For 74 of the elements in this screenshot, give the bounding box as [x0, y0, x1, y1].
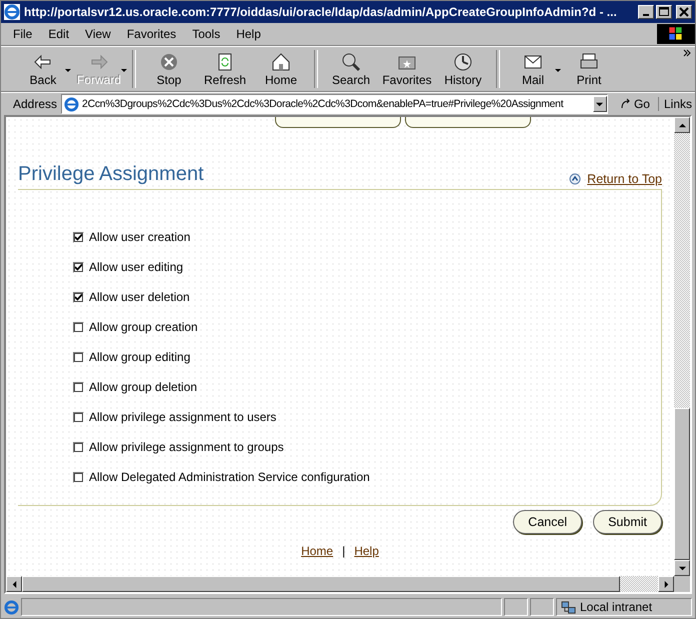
checkbox-label: Allow user deletion [89, 290, 190, 304]
minimize-icon [643, 14, 649, 16]
checkbox-label: Allow Delegated Administration Service configuration [89, 470, 370, 484]
left-arrow-icon [10, 580, 18, 588]
checkbox-label: Allow user creation [89, 230, 190, 244]
address-field[interactable]: 2Ccn%3Dgroups%2Cdc%3Dus%2Cdc%3Doracle%2Cdc%3Dcom&enablePA=true#Privilege%20Assignment [61, 94, 608, 114]
checkbox[interactable] [73, 472, 84, 482]
checkbox-label: Allow group creation [89, 320, 198, 334]
return-to-top-link[interactable]: Return to Top [587, 172, 662, 186]
down-arrow-icon [678, 564, 686, 572]
footer-link[interactable]: Home [301, 544, 334, 558]
footer-link[interactable]: Help [354, 544, 379, 558]
address-label: Address [13, 97, 58, 111]
close-button[interactable] [676, 5, 692, 19]
checkbox-label: Allow privilege assignment to users [89, 410, 276, 424]
toolbar-button[interactable]: History [435, 51, 491, 87]
toolbar-button[interactable]: Print [561, 51, 617, 87]
search-icon [340, 51, 362, 73]
more-chevron-icon[interactable] [683, 49, 691, 57]
home-icon [270, 51, 292, 73]
cancel-button[interactable]: Cancel [513, 510, 582, 534]
go-arrow-icon [620, 98, 632, 110]
clock-icon [452, 51, 474, 73]
menu-item[interactable]: Tools [192, 27, 220, 41]
links-button[interactable]: Links [658, 97, 692, 111]
go-button[interactable]: Go [616, 97, 654, 111]
maximize-icon [659, 7, 669, 17]
checkbox-label: Allow group deletion [89, 380, 198, 394]
checkbox-label: Allow user editing [89, 260, 184, 274]
dropdown-arrow-icon[interactable] [65, 69, 71, 72]
vertical-scrollbar[interactable] [674, 117, 690, 576]
toolbar-button[interactable]: Search [323, 51, 379, 87]
minimize-button[interactable] [638, 5, 654, 19]
close-icon [679, 7, 689, 17]
checkbox[interactable] [73, 382, 84, 392]
caret-icon [596, 100, 604, 108]
right-arrow-icon [662, 580, 670, 588]
page-icon [4, 600, 19, 614]
stop-icon [158, 51, 180, 73]
toolbar-button[interactable]: Stop [141, 51, 197, 87]
menu-item[interactable]: Help [236, 27, 261, 41]
up-arrow-icon [678, 122, 686, 128]
menu-item[interactable]: View [85, 27, 111, 41]
zone-label: Local intranet [580, 600, 652, 614]
checkbox[interactable] [73, 262, 84, 272]
dropdown-arrow-icon[interactable] [555, 69, 561, 72]
checkbox-label: Allow privilege assignment to groups [89, 440, 284, 454]
browser-logo-icon [4, 4, 20, 20]
menu-item[interactable]: Edit [48, 27, 70, 41]
checkbox[interactable] [73, 232, 84, 242]
checkbox[interactable] [73, 352, 84, 362]
status-pane [530, 598, 554, 616]
toolbar-button[interactable]: Refresh [197, 51, 253, 87]
submit-button[interactable]: Submit [593, 510, 662, 534]
toolbar-button[interactable]: Home [253, 51, 309, 87]
menu-item[interactable]: File [13, 27, 32, 41]
toolbar-button[interactable]: Mail [505, 51, 561, 87]
windows-logo-icon [657, 24, 695, 44]
checkbox[interactable] [73, 292, 84, 302]
checkbox[interactable] [73, 442, 84, 452]
menu-item[interactable]: Favorites [126, 27, 176, 41]
checkbox[interactable] [73, 322, 84, 332]
checkbox-label: Allow group editing [89, 350, 190, 364]
network-icon [561, 600, 576, 614]
toolbar-button[interactable]: Favorites [379, 51, 435, 87]
window-title: http://portalsvr12.us.oracle.com:7777/oiddas/ui/oracle/ldap/das/admin/AppCreateGroupInfoAdmin?d - ... [24, 5, 618, 19]
status-pane [504, 598, 528, 616]
checkbox[interactable] [73, 412, 84, 422]
address-dropdown-button[interactable] [592, 96, 607, 112]
page-icon [64, 96, 80, 112]
section-heading: Privilege Assignment [18, 163, 204, 186]
link-separator: | [342, 544, 346, 558]
toolbar-button[interactable]: Back [15, 51, 71, 87]
maximize-button[interactable] [656, 5, 672, 19]
